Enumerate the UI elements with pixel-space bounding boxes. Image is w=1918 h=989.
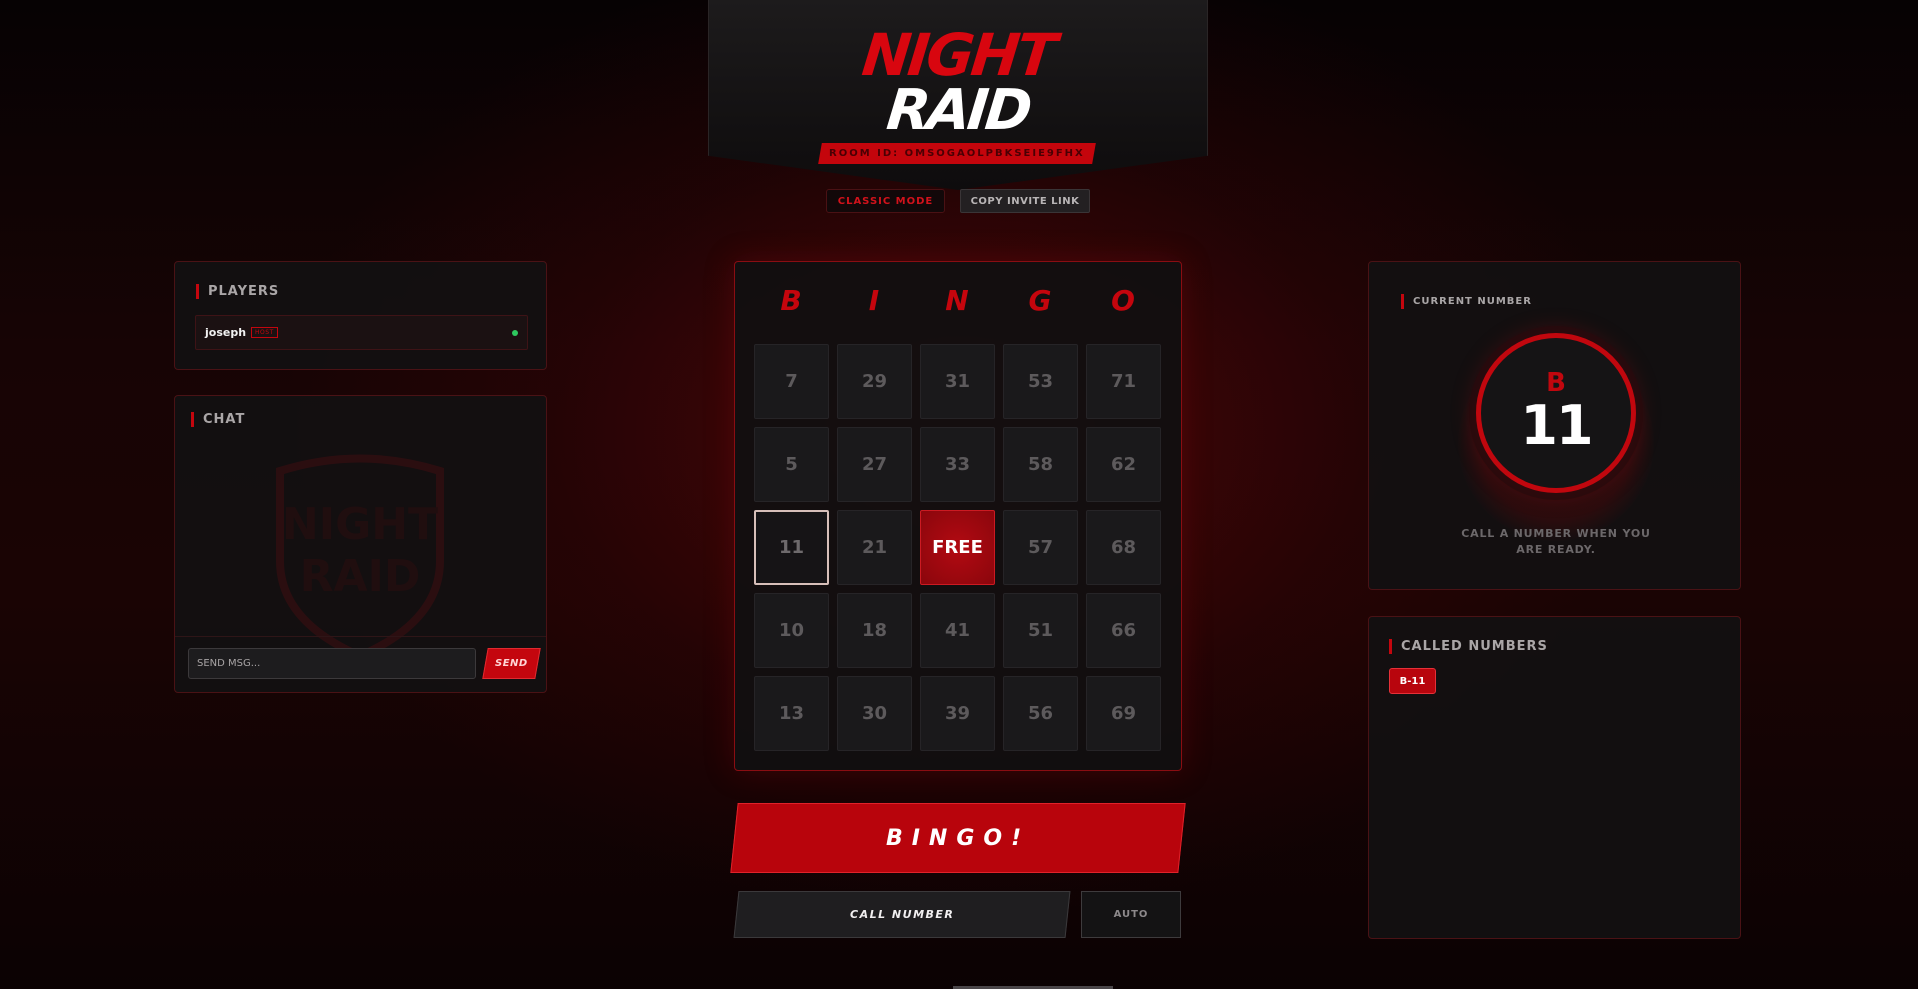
bingo-cell[interactable]: 10 bbox=[754, 593, 829, 668]
bingo-button-label: BINGO! bbox=[885, 825, 1031, 851]
bingo-cell[interactable]: 31 bbox=[920, 344, 995, 419]
players-title: PLAYERS bbox=[196, 284, 279, 299]
send-button-label: SEND bbox=[495, 658, 528, 669]
svg-text:RAID: RAID bbox=[300, 551, 421, 602]
svg-text:NIGHT: NIGHT bbox=[282, 499, 438, 550]
called-numbers-title: CALLED NUMBERS bbox=[1389, 639, 1548, 654]
night-raid-watermark-logo: NIGHT RAID bbox=[276, 454, 444, 661]
logo-raid: RAID bbox=[883, 78, 1033, 143]
host-badge: HOST bbox=[251, 327, 278, 338]
online-status-icon bbox=[512, 330, 518, 336]
bingo-cell[interactable]: 71 bbox=[1086, 344, 1161, 419]
chat-message-input[interactable] bbox=[188, 648, 476, 679]
bingo-cell[interactable]: 18 bbox=[837, 593, 912, 668]
chat-title: CHAT bbox=[191, 412, 245, 427]
bingo-cell[interactable]: 27 bbox=[837, 427, 912, 502]
call-number-label: CALL NUMBER bbox=[849, 908, 955, 921]
current-number: 11 bbox=[1520, 394, 1593, 457]
bingo-cell[interactable]: 62 bbox=[1086, 427, 1161, 502]
auto-button[interactable]: AUTO bbox=[1081, 891, 1181, 938]
column-letter-g: G bbox=[1028, 284, 1052, 317]
called-number-chip: B-11 bbox=[1389, 668, 1436, 694]
player-row[interactable]: joseph HOST bbox=[195, 315, 528, 350]
current-number-title: CURRENT NUMBER bbox=[1401, 294, 1532, 309]
column-letter-n: N bbox=[945, 284, 969, 317]
bingo-cell[interactable]: 69 bbox=[1086, 676, 1161, 751]
column-letter-o: O bbox=[1111, 284, 1135, 317]
bingo-cell[interactable]: 11 bbox=[754, 510, 829, 585]
call-number-button[interactable]: CALL NUMBER bbox=[733, 891, 1071, 938]
bingo-cell[interactable]: 57 bbox=[1003, 510, 1078, 585]
bingo-cell[interactable]: 41 bbox=[920, 593, 995, 668]
send-button[interactable]: SEND bbox=[482, 648, 541, 679]
bingo-cell[interactable]: 5 bbox=[754, 427, 829, 502]
logo-night: NIGHT bbox=[859, 21, 1057, 89]
bingo-cell[interactable]: 58 bbox=[1003, 427, 1078, 502]
bingo-cell[interactable]: 13 bbox=[754, 676, 829, 751]
column-letter-b: B bbox=[780, 284, 802, 317]
bingo-cell[interactable]: 29 bbox=[837, 344, 912, 419]
classic-mode-button[interactable]: CLASSIC MODE bbox=[826, 189, 945, 213]
copy-invite-link-button[interactable]: COPY INVITE LINK bbox=[960, 189, 1090, 213]
player-name: joseph bbox=[205, 326, 247, 339]
players-panel: PLAYERS joseph HOST bbox=[174, 261, 547, 370]
bingo-cell[interactable]: 68 bbox=[1086, 510, 1161, 585]
bingo-cell[interactable]: 66 bbox=[1086, 593, 1161, 668]
bingo-cell[interactable]: 7 bbox=[754, 344, 829, 419]
room-id-text: ROOM ID: OMSOGAOLPBKSEIE9FHX bbox=[829, 148, 1085, 159]
bingo-cell[interactable]: 39 bbox=[920, 676, 995, 751]
free-space-cell[interactable]: FREE bbox=[920, 510, 995, 585]
bingo-card: B I N G O 7 29 31 53 71 5 27 33 58 62 11 21 FREE 57 68 10 18 4… bbox=[734, 261, 1182, 771]
call-hint-text: CALL A NUMBER WHEN YOU ARE READY. bbox=[1461, 527, 1651, 556]
bingo-cell[interactable]: 33 bbox=[920, 427, 995, 502]
column-letter-i: I bbox=[868, 284, 880, 317]
current-number-ball: B 11 bbox=[1476, 333, 1636, 493]
bingo-cell[interactable]: 53 bbox=[1003, 344, 1078, 419]
bingo-cell[interactable]: 30 bbox=[837, 676, 912, 751]
bingo-cell[interactable]: 56 bbox=[1003, 676, 1078, 751]
chat-panel: CHAT NIGHT RAID SEND bbox=[174, 395, 547, 693]
header-shield: NIGHT RAID ROOM ID: OMSOGAOLPBKSEIE9FHX bbox=[708, 0, 1208, 190]
bingo-cell[interactable]: 21 bbox=[837, 510, 912, 585]
bingo-cell[interactable]: 51 bbox=[1003, 593, 1078, 668]
chat-divider bbox=[175, 636, 546, 637]
called-numbers-panel: CALLED NUMBERS B-11 bbox=[1368, 616, 1741, 939]
current-number-panel: CURRENT NUMBER B 11 CALL A NUMBER WHEN Y… bbox=[1368, 261, 1741, 590]
bingo-button[interactable]: BINGO! bbox=[730, 803, 1186, 873]
room-id-badge: ROOM ID: OMSOGAOLPBKSEIE9FHX bbox=[818, 143, 1096, 164]
